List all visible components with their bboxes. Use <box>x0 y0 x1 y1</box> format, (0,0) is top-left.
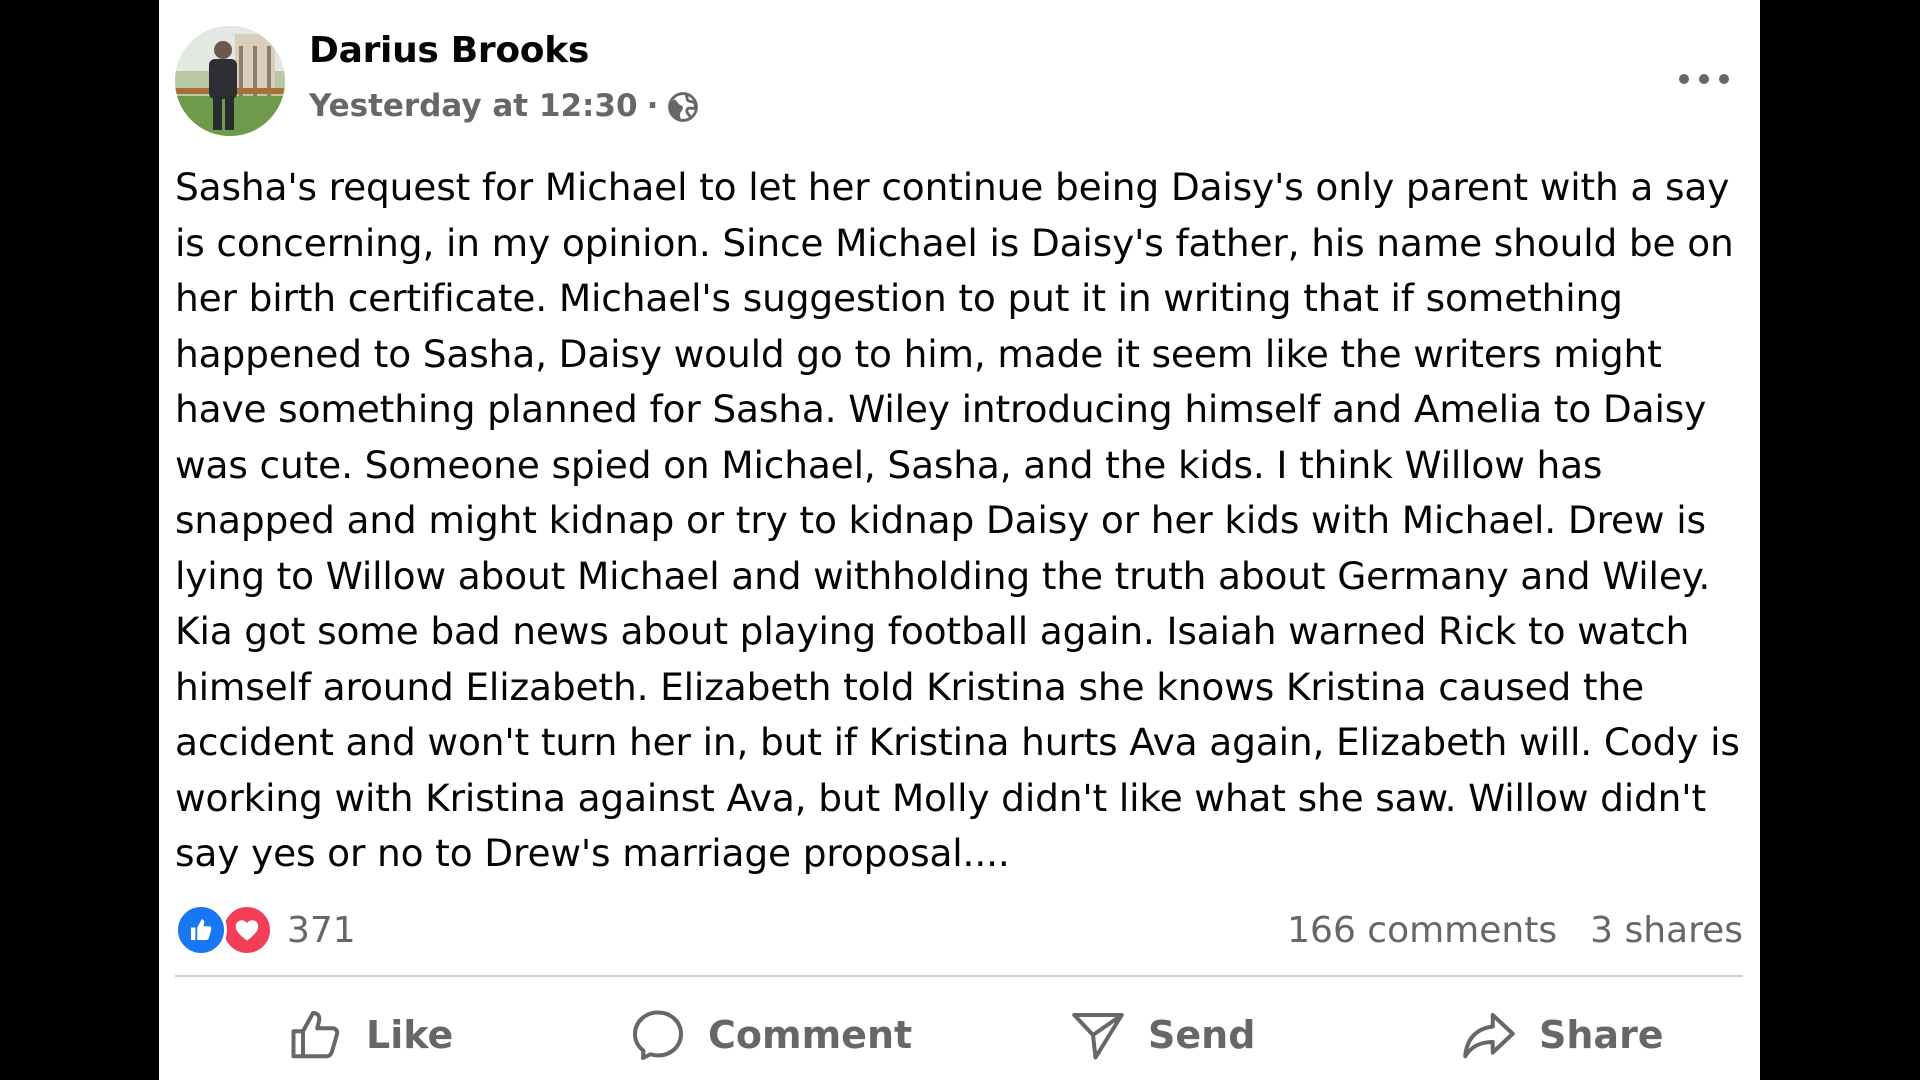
divider <box>175 975 1743 977</box>
share-button[interactable]: Share <box>1459 990 1664 1080</box>
send-icon <box>1072 1013 1124 1060</box>
send-label: Send <box>1148 1013 1256 1057</box>
post-timestamp[interactable]: Yesterday at 12:30 <box>309 88 638 124</box>
engagement-counts: 166 comments 3 shares <box>1287 900 1743 960</box>
globe-icon[interactable] <box>666 90 700 124</box>
avatar[interactable] <box>175 26 285 136</box>
comment-button[interactable]: Comment <box>628 990 912 1080</box>
comments-count[interactable]: 166 comments <box>1287 910 1557 951</box>
send-button[interactable]: Send <box>1068 990 1255 1080</box>
action-bar: Like Comment Send Share <box>175 990 1743 1080</box>
post-body: Sasha's request for Michael to let her c… <box>175 165 1740 875</box>
thumbs-up-icon <box>291 1011 340 1059</box>
like-reaction-icon <box>175 904 227 956</box>
more-options-icon[interactable] <box>1679 64 1729 94</box>
post-stats: 371 166 comments 3 shares <box>175 900 1743 960</box>
author-name[interactable]: Darius Brooks <box>309 30 589 71</box>
like-label: Like <box>366 1013 454 1057</box>
post-header: Darius Brooks Yesterday at 12:30 · <box>175 26 1735 138</box>
meta-separator: · <box>646 88 659 124</box>
share-label: Share <box>1539 1013 1664 1057</box>
like-button[interactable]: Like <box>286 990 453 1080</box>
reaction-count: 371 <box>287 909 356 951</box>
avatar-image <box>175 26 285 136</box>
love-reaction-icon <box>221 904 273 956</box>
post-card: Darius Brooks Yesterday at 12:30 · Sasha… <box>159 0 1760 1080</box>
reactions-summary[interactable]: 371 <box>175 900 356 960</box>
post-meta: Yesterday at 12:30 · <box>309 88 700 124</box>
shares-count[interactable]: 3 shares <box>1590 910 1743 951</box>
share-icon <box>1463 1013 1515 1059</box>
comment-icon <box>633 1010 683 1060</box>
comment-label: Comment <box>708 1013 913 1057</box>
